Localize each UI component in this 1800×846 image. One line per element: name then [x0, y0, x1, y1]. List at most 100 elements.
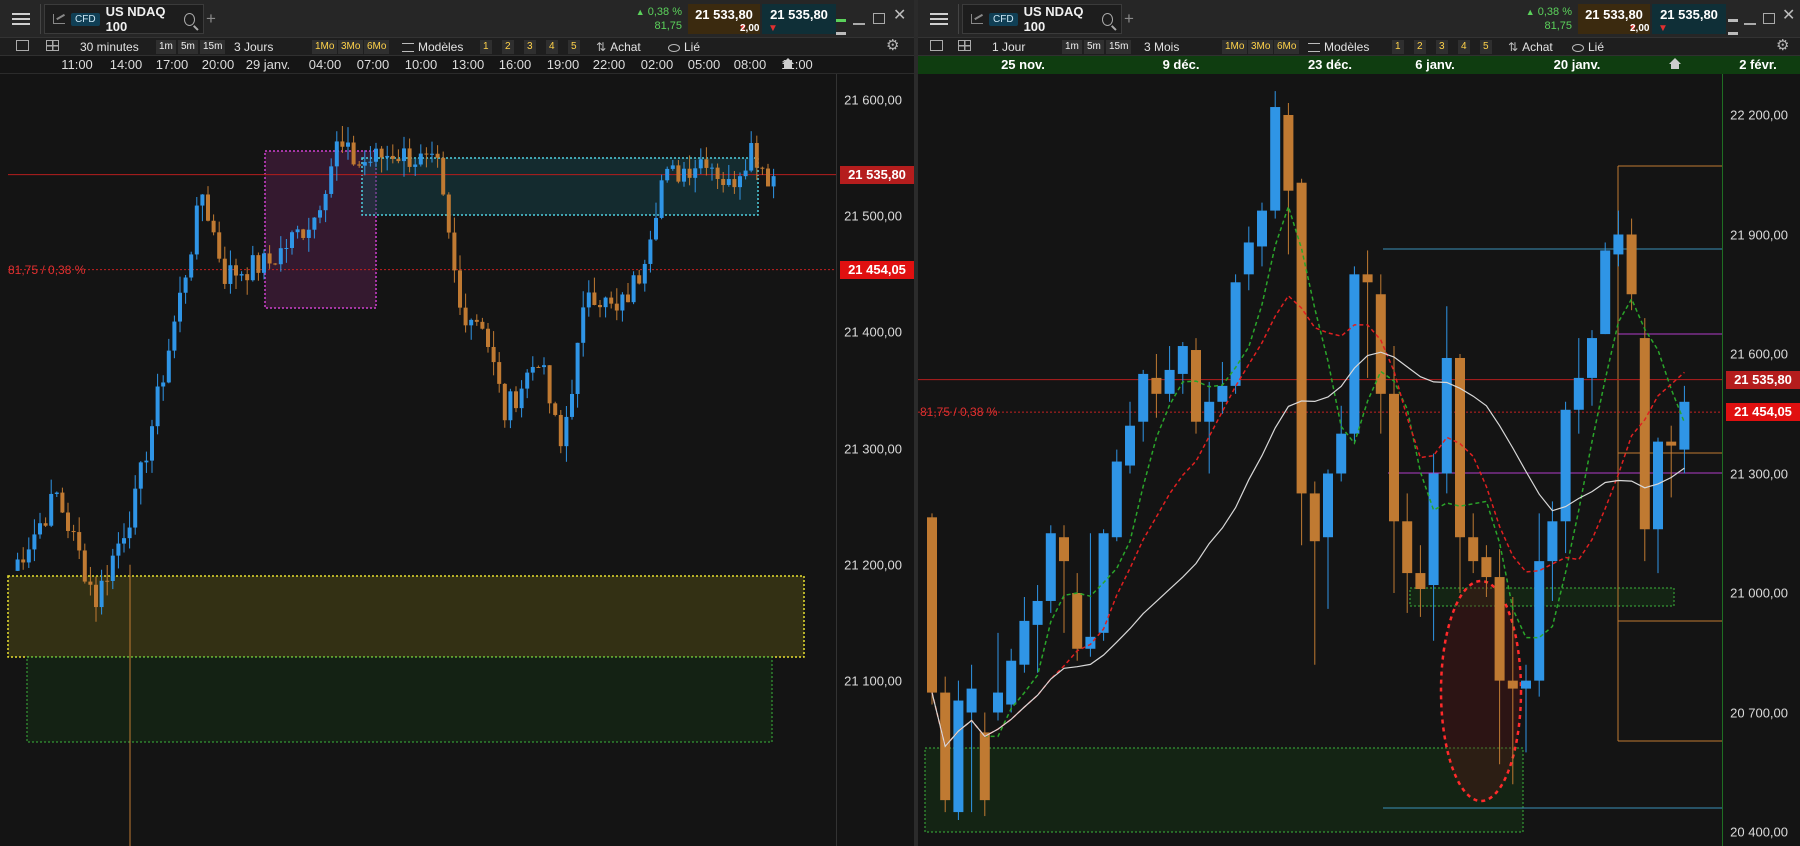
interval-5m[interactable]: 5m — [178, 40, 198, 54]
supply-zone-yellow — [7, 575, 805, 658]
layout-2[interactable]: 2 — [1414, 40, 1426, 54]
interval-15m[interactable]: 15m — [200, 40, 226, 54]
period-3mo[interactable]: 3Mo — [1248, 40, 1274, 54]
maximize-icon[interactable] — [1763, 13, 1775, 24]
close-icon[interactable]: ✕ — [1782, 8, 1795, 24]
candle-body — [502, 383, 507, 421]
linked-button[interactable]: Lié — [668, 39, 700, 55]
interval-1m[interactable]: 1m — [1062, 40, 1082, 54]
candle-body — [738, 176, 742, 188]
interval-5m[interactable]: 5m — [1084, 40, 1104, 54]
layout-4[interactable]: 4 — [546, 40, 558, 54]
candle-body — [110, 555, 115, 581]
period-1mo[interactable]: 1Mo — [1222, 40, 1248, 54]
minimize-icon[interactable] — [1744, 13, 1756, 25]
right-price-chart[interactable] — [918, 74, 1722, 846]
link-icon — [1572, 43, 1584, 52]
period-select[interactable]: 3 Jours — [234, 39, 273, 55]
price-tick-label: 21 500,00 — [844, 208, 902, 224]
layout-1[interactable]: 1 — [1392, 40, 1404, 54]
candle-body — [927, 517, 937, 693]
layout-2[interactable]: 2 — [502, 40, 514, 54]
link-icon — [668, 43, 680, 52]
list-icon[interactable] — [930, 40, 943, 56]
layout-grid-icon[interactable] — [958, 40, 971, 56]
price-tick-label: 21 300,00 — [1730, 466, 1788, 481]
menu-icon[interactable] — [8, 10, 34, 28]
cursor-icon: ⇅ — [1508, 40, 1519, 54]
layout-1[interactable]: 1 — [480, 40, 492, 54]
templates-button[interactable]: Modèles — [1308, 39, 1369, 55]
candle-body — [614, 303, 619, 311]
interval-select[interactable]: 1 Jour — [992, 39, 1025, 55]
buy-button[interactable]: ⇅ Achat — [596, 39, 641, 55]
candle-body — [1323, 473, 1333, 538]
templates-icon — [1308, 43, 1320, 53]
candle-body — [1032, 600, 1043, 625]
candle-body — [189, 254, 194, 278]
minimize-icon[interactable] — [853, 13, 865, 25]
candle-body — [99, 580, 104, 608]
reference-price-tag: 21 454,05 — [840, 260, 914, 279]
settings-gear-icon[interactable]: ⚙ — [886, 38, 899, 54]
cursor-icon: ⇅ — [596, 40, 607, 54]
candle-body — [206, 194, 210, 221]
candle-body — [564, 416, 569, 447]
interval-1m[interactable]: 1m — [156, 40, 176, 54]
buy-label: Achat — [610, 40, 641, 54]
interval-select[interactable]: 30 minutes — [80, 39, 139, 55]
ask-price: 21 535,80 — [770, 7, 828, 22]
left-price-chart[interactable] — [0, 74, 836, 846]
layout-5[interactable]: 5 — [568, 40, 580, 54]
period-3mo[interactable]: 3Mo — [338, 40, 364, 54]
search-icon[interactable] — [183, 12, 195, 26]
list-icon[interactable] — [16, 40, 29, 56]
candle-body — [43, 523, 48, 526]
candle-body — [155, 386, 160, 427]
period-select[interactable]: 3 Mois — [1144, 39, 1179, 55]
candle-body — [312, 217, 317, 230]
candle-body — [726, 179, 731, 185]
candle-body — [771, 176, 776, 187]
period-6mo[interactable]: 6Mo — [364, 40, 390, 54]
candle-body — [1402, 521, 1413, 574]
maximize-icon[interactable] — [873, 13, 885, 24]
period-6mo[interactable]: 6Mo — [1274, 40, 1300, 54]
interval-15m[interactable]: 15m — [1106, 40, 1132, 54]
time-tick-label: 14:00 — [109, 57, 143, 72]
templates-button[interactable]: Modèles — [402, 39, 463, 55]
detach-icon[interactable] — [836, 11, 846, 37]
settings-gear-icon[interactable]: ⚙ — [1776, 38, 1789, 54]
add-tab-icon[interactable]: + — [1124, 9, 1134, 29]
time-tick-label: 11:00 — [61, 57, 93, 72]
buy-price-button[interactable]: 21 535,80 2,00 ▼ — [740, 4, 836, 34]
buy-price-button[interactable]: 21 535,80 2,00 ▼ — [1630, 4, 1726, 34]
candle-body — [749, 143, 754, 171]
layout-5[interactable]: 5 — [1480, 40, 1492, 54]
moving-average-fast — [931, 204, 1686, 748]
layout-3[interactable]: 3 — [1436, 40, 1448, 54]
candle-body — [446, 194, 451, 233]
period-1mo[interactable]: 1Mo — [312, 40, 338, 54]
candle-body — [1415, 573, 1426, 590]
search-icon[interactable] — [1101, 12, 1113, 26]
layout-3[interactable]: 3 — [524, 40, 536, 54]
home-icon[interactable] — [1669, 58, 1681, 69]
instrument-tab[interactable]: CFD US NDAQ 100 — [962, 4, 1122, 34]
add-tab-icon[interactable]: + — [206, 9, 216, 29]
candle-body — [138, 462, 143, 489]
layout-grid-icon[interactable] — [46, 40, 59, 56]
buy-button[interactable]: ⇅ Achat — [1508, 39, 1553, 55]
highlight-ellipse — [1439, 579, 1523, 803]
layout-4[interactable]: 4 — [1458, 40, 1470, 54]
detach-icon[interactable] — [1728, 11, 1738, 37]
close-icon[interactable]: ✕ — [893, 8, 906, 24]
instrument-tab[interactable]: CFD US NDAQ 100 — [44, 4, 204, 34]
candle-body — [1204, 401, 1215, 422]
candle-body — [1309, 493, 1320, 542]
date-tick-label: 20 janv. — [1553, 57, 1601, 72]
left-chart-toolbar: 30 minutes 1m 5m 15m 3 Jours 1Mo 3Mo 6Mo… — [0, 38, 914, 56]
home-icon[interactable] — [782, 58, 794, 69]
menu-icon[interactable] — [926, 10, 952, 28]
linked-button[interactable]: Lié — [1572, 39, 1604, 55]
